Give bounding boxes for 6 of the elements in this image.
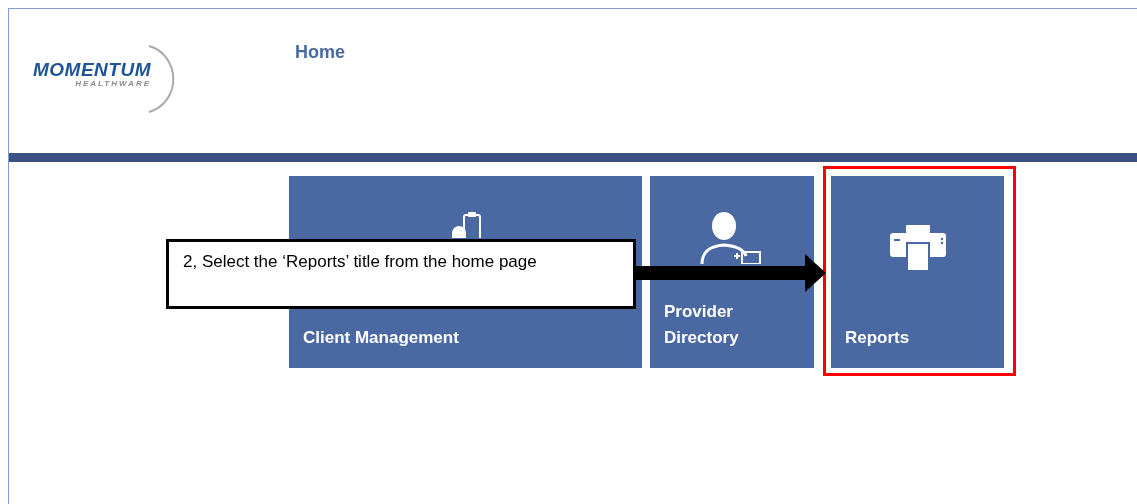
page-title: Home [295, 42, 345, 63]
tile-label: Client Management [303, 327, 460, 349]
logo: MOMENTUM HEALTHWARE [9, 43, 177, 115]
tile-label: Provider Directory [664, 301, 740, 349]
tile-label: Reports [845, 327, 911, 349]
callout-tooltip: 2, Select the ‘Reports’ title from the home page [166, 239, 636, 309]
